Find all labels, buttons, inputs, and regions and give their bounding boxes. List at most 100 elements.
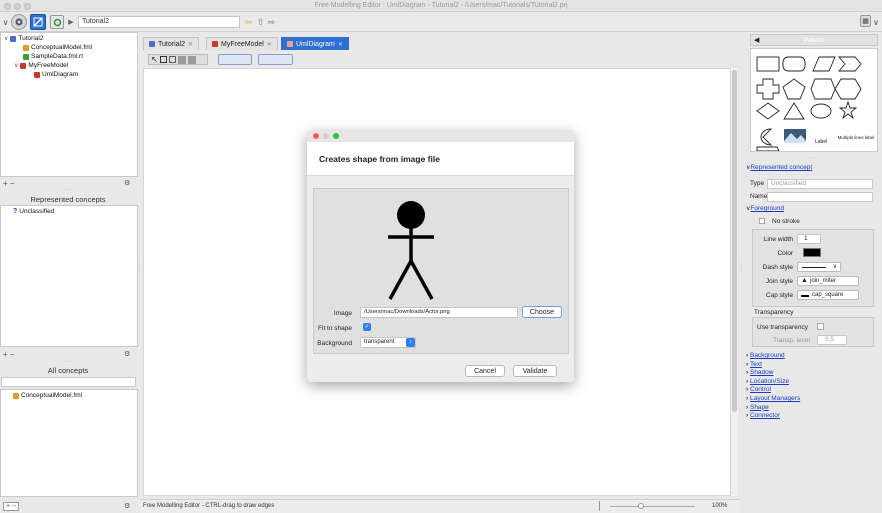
palette-label-item[interactable]: Label <box>815 139 827 145</box>
inspector-section-shape[interactable]: › Shape <box>746 404 769 411</box>
up-arrow-icon[interactable]: ⇧ <box>256 17 265 27</box>
inspector-section-layout-managers[interactable]: › Layout Managers <box>746 395 800 402</box>
tab-my-free-model[interactable]: MyFreeModel ✕ <box>206 37 278 50</box>
validate-button[interactable]: Validate <box>513 365 557 377</box>
add-remove-buttons[interactable]: + − <box>3 350 15 359</box>
play-icon[interactable]: ▶ <box>67 17 75 27</box>
model-icon[interactable] <box>50 15 64 29</box>
gear-icon[interactable]: ⚙ <box>124 179 130 187</box>
image-label: Image <box>333 310 352 317</box>
no-stroke-label: No stroke <box>772 218 800 225</box>
chevron-updown-icon: ↕ <box>406 338 415 347</box>
cap-square-icon <box>801 295 809 297</box>
rectangle-select-icon[interactable] <box>159 56 167 63</box>
gear-icon[interactable]: ⚙ <box>124 502 130 510</box>
splitter-handle[interactable]: :: <box>740 263 742 272</box>
tab-tutorial2[interactable]: Tutorial2 ✕ <box>143 37 200 50</box>
chevron-down-icon[interactable]: ∨ <box>2 17 9 27</box>
image-path-field[interactable]: /Users/mac/Downloads/Actor.png <box>360 307 518 318</box>
gear-icon[interactable]: ⚙ <box>124 350 130 358</box>
choose-button[interactable]: Choose <box>522 306 562 318</box>
background-select[interactable]: transparent ↕ <box>360 337 416 348</box>
close-icon[interactable]: ✕ <box>338 41 343 48</box>
zoom-slider[interactable] <box>610 506 695 507</box>
close-icon[interactable]: ✕ <box>267 41 272 48</box>
use-transparency-checkbox[interactable] <box>817 323 824 330</box>
inspector-section-connector[interactable]: › Connector <box>746 412 780 419</box>
path-field[interactable]: Tutorial2 <box>78 16 240 28</box>
back-arrow-icon[interactable]: ⇦ <box>244 17 253 27</box>
chevron-down-icon[interactable]: ∨ <box>14 62 18 70</box>
use-transparency-label: Use transparency <box>757 324 808 331</box>
cancel-button[interactable]: Cancel <box>465 365 505 377</box>
background-label: Background <box>317 340 352 347</box>
chevron-down-icon[interactable]: ∨ <box>872 17 880 27</box>
foreground-section[interactable]: ∨Foreground <box>746 205 784 212</box>
transp-level-label: Transp. level <box>773 337 810 344</box>
pointer-icon[interactable]: ↖ <box>151 55 158 64</box>
settings-icon[interactable] <box>11 14 27 30</box>
palette-multiline-label-item[interactable]: Multiple lines label <box>837 135 875 141</box>
tree-item-project[interactable]: ∨ Tutorial2 <box>4 35 43 43</box>
tree-item-uml-diagram[interactable]: UmlDiagram <box>34 71 78 79</box>
list-item[interactable]: ConceptualModel.fml <box>13 392 82 400</box>
dialog-header: Creates shape from image file <box>307 142 574 176</box>
fit-to-shape-label: Fit to shape <box>318 325 352 332</box>
no-stroke-checkbox[interactable] <box>759 218 765 224</box>
chevron-down-icon[interactable]: ∨ <box>4 35 8 43</box>
zoom-slider-handle[interactable] <box>638 503 644 509</box>
tree-item-conceptual-model[interactable]: ConceptualModel.fml <box>23 44 92 52</box>
type-field[interactable]: Unclassified <box>767 179 873 189</box>
line-width-stepper[interactable]: 1 <box>797 234 821 244</box>
tree-item-my-free-model[interactable]: ∨ MyFreeModel <box>14 62 68 70</box>
question-icon: ? <box>13 208 18 215</box>
transparency-box: Use transparency Transp. level 0.5 <box>752 317 874 347</box>
stroke-settings-box: Line width 1 Color Dash style ∨ Join sty… <box>752 229 874 307</box>
close-dialog-button[interactable] <box>313 133 319 139</box>
inspector-section-location-size[interactable]: › Location/Size <box>746 378 789 385</box>
tab-uml-diagram[interactable]: UmlDiagram ✕ <box>281 37 349 50</box>
dash-preview <box>802 267 826 268</box>
splitter-handle[interactable]: ··· <box>0 187 136 193</box>
close-icon[interactable]: ✕ <box>188 41 193 48</box>
group-icon[interactable] <box>177 55 186 64</box>
splitter-handle[interactable]: ··· <box>0 359 136 365</box>
join-style-label: Join style <box>765 278 793 285</box>
layout-tools[interactable] <box>258 54 293 65</box>
color-swatch[interactable] <box>803 248 821 257</box>
concept-filter-input[interactable] <box>1 377 136 387</box>
inspector-section-control[interactable]: › Control <box>746 386 771 393</box>
represented-concept-section[interactable]: ∨Represented concept <box>746 164 812 171</box>
inspector-section-shadow[interactable]: › Shadow <box>746 369 773 376</box>
tab-label: Tutorial2 <box>158 40 185 48</box>
palette-header: ◀ Palette <box>750 34 878 46</box>
splitter-handle[interactable]: :: <box>139 263 141 272</box>
zoom-dialog-button[interactable] <box>333 133 339 139</box>
list-item[interactable]: ? Unclassified <box>13 208 54 216</box>
scrollbar-thumb[interactable] <box>732 70 737 412</box>
inspector-section-background[interactable]: › Background <box>746 352 785 359</box>
dash-style-label: Dash style <box>762 264 793 271</box>
dash-style-select[interactable]: ∨ <box>797 262 841 272</box>
tree-item-label: UmlDiagram <box>42 71 79 78</box>
transp-level-stepper[interactable]: 0.5 <box>817 335 847 345</box>
name-field[interactable] <box>767 192 873 202</box>
inspector-section-text[interactable]: › Text <box>746 361 762 368</box>
join-style-select[interactable]: ▲ join_miter <box>797 276 859 286</box>
forward-arrow-icon[interactable]: ⇨ <box>267 17 276 27</box>
layout-icon[interactable]: ▦ <box>860 15 871 27</box>
minimize-dialog-button[interactable] <box>323 133 329 139</box>
diagram-mode-icon[interactable] <box>30 14 46 30</box>
dialog-titlebar <box>307 130 574 142</box>
ungroup-icon[interactable] <box>187 55 196 64</box>
vertical-scrollbar[interactable] <box>731 68 738 496</box>
section-label: Background <box>749 352 785 359</box>
tree-item-sample-data[interactable]: SampleData.fml.rt <box>23 53 83 61</box>
splitter-handle[interactable]: ··· <box>748 155 882 161</box>
tree-item-label: MyFreeModel <box>28 62 69 69</box>
align-tools[interactable] <box>218 54 252 65</box>
cap-style-select[interactable]: cap_square <box>797 290 859 300</box>
add-remove-buttons[interactable]: + − <box>3 502 20 511</box>
lasso-icon[interactable] <box>168 56 176 63</box>
fit-to-shape-checkbox[interactable]: ✓ <box>363 323 371 331</box>
